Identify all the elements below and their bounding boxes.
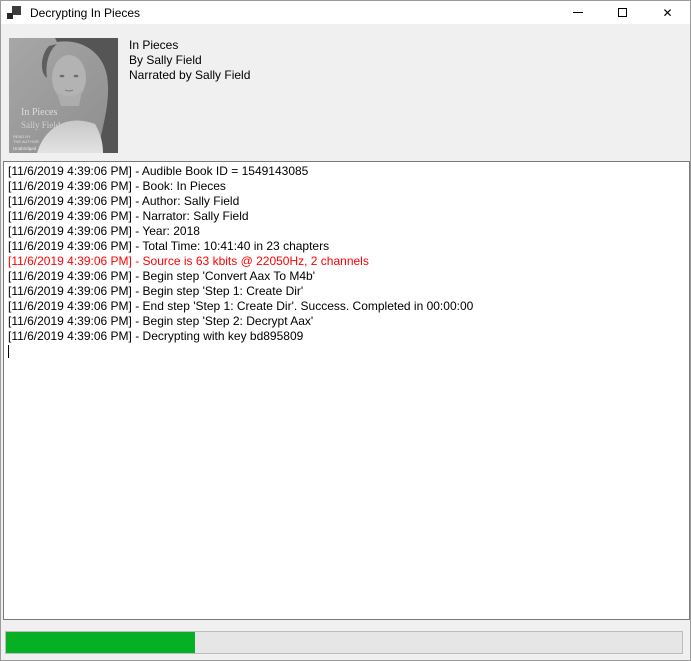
book-narrator: Narrated by Sally Field bbox=[129, 68, 250, 83]
maximize-icon bbox=[618, 8, 627, 17]
close-button[interactable]: ✕ bbox=[645, 1, 690, 24]
app-icon-square-small bbox=[7, 13, 13, 19]
text-caret bbox=[8, 345, 9, 358]
maximize-button[interactable] bbox=[600, 1, 645, 24]
progress-fill bbox=[6, 632, 195, 653]
book-info: In Pieces By Sally Field Narrated by Sal… bbox=[129, 38, 250, 83]
window-controls: ✕ bbox=[555, 1, 690, 24]
log-line: [11/6/2019 4:39:06 PM] - Audible Book ID… bbox=[8, 164, 687, 179]
log-lines: [11/6/2019 4:39:06 PM] - Audible Book ID… bbox=[8, 164, 687, 344]
minimize-icon bbox=[573, 12, 583, 13]
log-line: [11/6/2019 4:39:06 PM] - Begin step 'Ste… bbox=[8, 314, 687, 329]
book-author: By Sally Field bbox=[129, 53, 250, 68]
log-line: [11/6/2019 4:39:06 PM] - Narrator: Sally… bbox=[8, 209, 687, 224]
log-line: [11/6/2019 4:39:06 PM] - Decrypting with… bbox=[8, 329, 687, 344]
app-window: Decrypting In Pieces ✕ bbox=[0, 0, 691, 661]
log-line: [11/6/2019 4:39:06 PM] - End step 'Step … bbox=[8, 299, 687, 314]
log-line: [11/6/2019 4:39:06 PM] - Begin step 'Con… bbox=[8, 269, 687, 284]
cover-readby-line2: THE AUTHOR bbox=[13, 139, 39, 144]
minimize-button[interactable] bbox=[555, 1, 600, 24]
log-caret-line bbox=[8, 344, 687, 359]
book-cover-art: In Pieces Sally Field READ BY THE AUTHOR… bbox=[9, 38, 118, 153]
cover-title-text: In Pieces bbox=[21, 107, 57, 118]
cover-author-text: Sally Field bbox=[21, 120, 61, 130]
progress-bar bbox=[5, 631, 683, 654]
book-cover: In Pieces Sally Field READ BY THE AUTHOR… bbox=[9, 38, 118, 153]
cover-edition-label: Unabridged bbox=[13, 146, 37, 151]
app-icon bbox=[7, 5, 22, 20]
close-icon: ✕ bbox=[662, 7, 672, 19]
book-title: In Pieces bbox=[129, 38, 250, 53]
log-line: [11/6/2019 4:39:06 PM] - Year: 2018 bbox=[8, 224, 687, 239]
titlebar[interactable]: Decrypting In Pieces ✕ bbox=[1, 1, 690, 24]
log-line: [11/6/2019 4:39:06 PM] - Total Time: 10:… bbox=[8, 239, 687, 254]
log-line: [11/6/2019 4:39:06 PM] - Author: Sally F… bbox=[8, 194, 687, 209]
log-line: [11/6/2019 4:39:06 PM] - Begin step 'Ste… bbox=[8, 284, 687, 299]
log-line: [11/6/2019 4:39:06 PM] - Book: In Pieces bbox=[8, 179, 687, 194]
app-icon-square-large bbox=[12, 6, 21, 15]
log-line: [11/6/2019 4:39:06 PM] - Source is 63 kb… bbox=[8, 254, 687, 269]
log-textbox[interactable]: [11/6/2019 4:39:06 PM] - Audible Book ID… bbox=[3, 161, 690, 620]
window-title: Decrypting In Pieces bbox=[30, 6, 140, 20]
